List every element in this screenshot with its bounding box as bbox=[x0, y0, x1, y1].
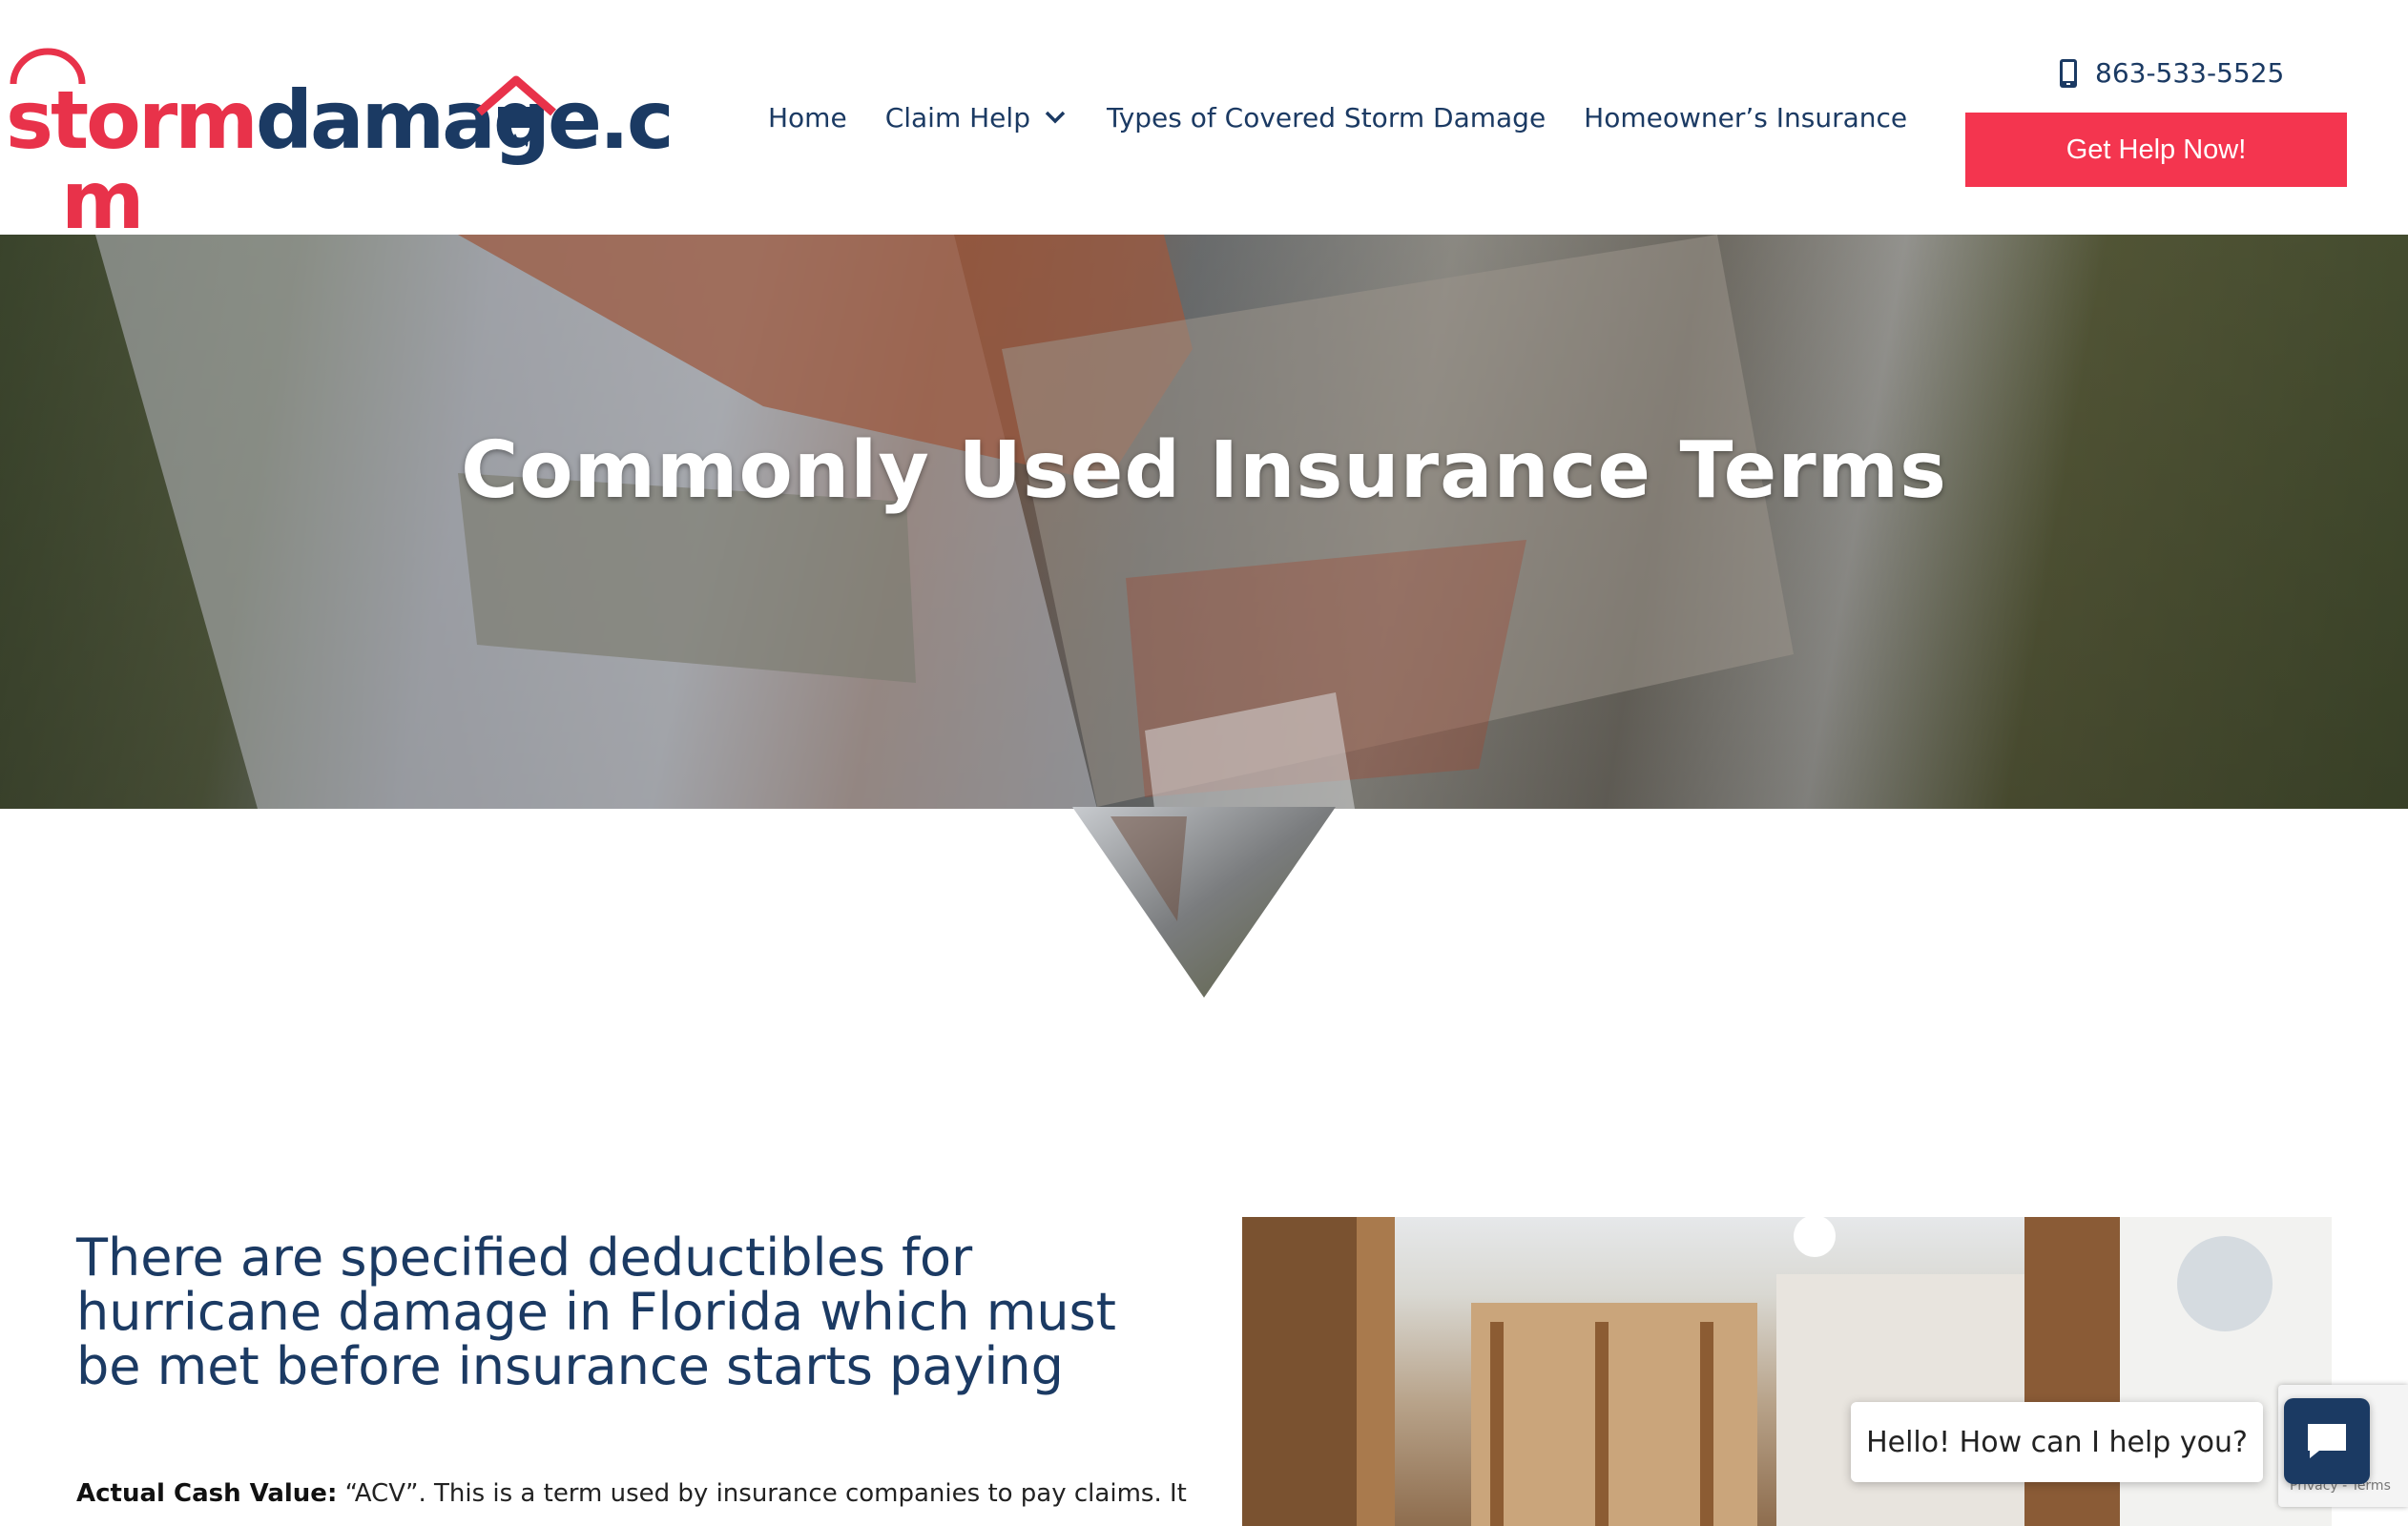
logo-dot-c: .c bbox=[598, 73, 675, 167]
site-logo[interactable]: stormdamage.cm bbox=[6, 48, 675, 240]
chat-greeting-bubble[interactable]: Hello! How can I help you? bbox=[1851, 1402, 2263, 1482]
logo-text: stormdamage.cm bbox=[6, 80, 675, 240]
term-label: Actual Cash Value: bbox=[76, 1479, 338, 1508]
page-title: Commonly Used Insurance Terms bbox=[461, 425, 1947, 516]
mobile-phone-icon bbox=[2060, 58, 2077, 88]
damaged-house-image bbox=[95, 235, 1794, 809]
nav-claim-help[interactable]: Claim Help bbox=[885, 102, 1069, 134]
site-header: stormdamage.cm Home Claim Help Types of … bbox=[0, 0, 2408, 240]
term-text: “ACV”. This is a term used by insurance … bbox=[337, 1479, 1187, 1508]
nav-homeowners-insurance[interactable]: Homeowner’s Insurance bbox=[1584, 102, 1907, 134]
logo-m: m bbox=[61, 154, 145, 247]
get-help-now-button[interactable]: Get Help Now! bbox=[1965, 113, 2347, 187]
definition-paragraph: Actual Cash Value: “ACV”. This is a term… bbox=[76, 1474, 1187, 1513]
phone-number: 863-533-5525 bbox=[2095, 57, 2285, 89]
chat-icon bbox=[2308, 1424, 2346, 1458]
nav-homeowners-label: Homeowner’s Insurance bbox=[1584, 101, 1908, 134]
nav-types-storm-damage[interactable]: Types of Covered Storm Damage bbox=[1107, 102, 1546, 134]
chat-open-button[interactable] bbox=[2284, 1398, 2370, 1484]
main-nav: Home Claim Help Types of Covered Storm D… bbox=[768, 95, 1945, 139]
nav-home[interactable]: Home bbox=[768, 102, 847, 134]
nav-types-label: Types of Covered Storm Damage bbox=[1106, 101, 1547, 134]
nav-claim-help-label: Claim Help bbox=[884, 101, 1030, 134]
hero-notch-pointer bbox=[1072, 807, 1336, 998]
section-heading: There are specified deductibles for hurr… bbox=[76, 1227, 1116, 1396]
house-roof-icon bbox=[476, 75, 556, 147]
chat-greeting-text: Hello! How can I help you? bbox=[1866, 1425, 2248, 1459]
phone-link[interactable]: 863-533-5525 bbox=[2059, 57, 2284, 89]
chevron-down-icon bbox=[1045, 111, 1066, 124]
nav-home-label: Home bbox=[768, 101, 847, 134]
hero-banner: Commonly Used Insurance Terms bbox=[0, 235, 2408, 809]
